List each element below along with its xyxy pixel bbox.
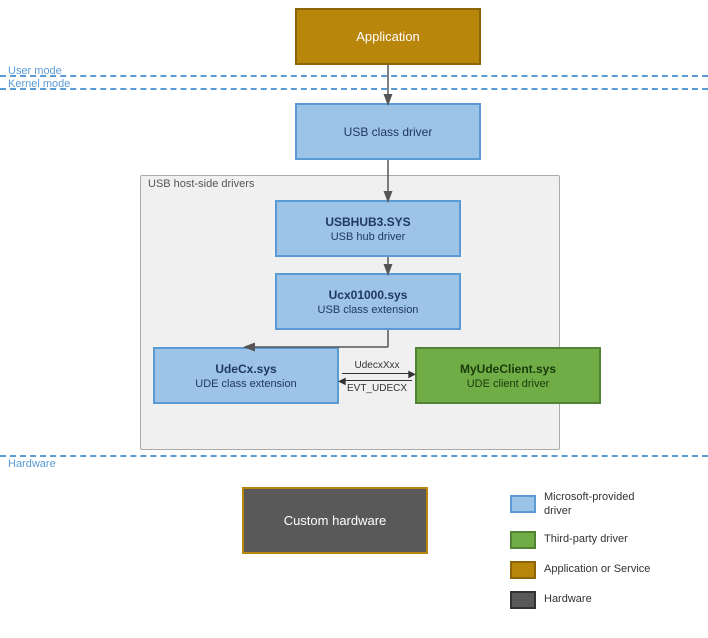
legend-text-thirdparty: Third-party driver [544, 532, 628, 546]
custom-hardware-box: Custom hardware [242, 487, 428, 554]
application-label: Application [356, 29, 420, 44]
udecx-box: UdeCx.sys UDE class extension [153, 347, 339, 404]
usb-class-driver-label: USB class driver [344, 125, 433, 139]
hardware-label: Hardware [8, 458, 56, 470]
legend-item-microsoft: Microsoft-provideddriver [510, 490, 650, 519]
usbhub-subtitle: USB hub driver [331, 231, 406, 243]
myude-subtitle: UDE client driver [467, 378, 550, 390]
arrow-line-top: ▶ [342, 373, 412, 374]
hardware-line [0, 455, 708, 457]
usb-class-driver-box: USB class driver [295, 103, 481, 160]
user-mode-label: User mode [8, 65, 62, 77]
legend-color-appservice [510, 561, 536, 579]
ucx-subtitle: USB class extension [318, 304, 419, 316]
ucx-box: Ucx01000.sys USB class extension [275, 273, 461, 330]
arrow-line-bottom: ◀ [342, 380, 412, 381]
arrow-area: UdecxXxx ▶ ◀ EVT_UDECX [339, 360, 415, 394]
legend-color-microsoft [510, 495, 536, 513]
usbhub-box: USBHUB3.SYS USB hub driver [275, 200, 461, 257]
arrow-label-top: UdecxXxx [354, 360, 399, 371]
user-mode-line [0, 75, 708, 77]
legend-item-hardware: Hardware [510, 591, 650, 609]
kernel-mode-line [0, 88, 708, 90]
arrow-label-bottom: EVT_UDECX [347, 383, 407, 394]
myude-title: MyUdeClient.sys [460, 362, 556, 376]
legend-item-thirdparty: Third-party driver [510, 531, 650, 549]
udecx-title: UdeCx.sys [215, 362, 276, 376]
legend-color-thirdparty [510, 531, 536, 549]
udecx-subtitle: UDE class extension [195, 378, 297, 390]
custom-hardware-label: Custom hardware [284, 513, 387, 528]
kernel-mode-label: Kernel mode [8, 78, 70, 90]
host-side-label: USB host-side drivers [148, 178, 254, 190]
legend-text-hardware: Hardware [544, 592, 592, 606]
myude-box: MyUdeClient.sys UDE client driver [415, 347, 601, 404]
diagram-container: Application User mode Kernel mode USB cl… [0, 0, 708, 638]
legend-text-appservice: Application or Service [544, 562, 650, 576]
usbhub-title: USBHUB3.SYS [325, 215, 410, 229]
legend-color-hardware [510, 591, 536, 609]
application-box: Application [295, 8, 481, 65]
legend-item-appservice: Application or Service [510, 561, 650, 579]
legend: Microsoft-provideddriver Third-party dri… [510, 490, 650, 609]
ucx-title: Ucx01000.sys [329, 288, 408, 302]
legend-text-microsoft: Microsoft-provideddriver [544, 490, 634, 519]
